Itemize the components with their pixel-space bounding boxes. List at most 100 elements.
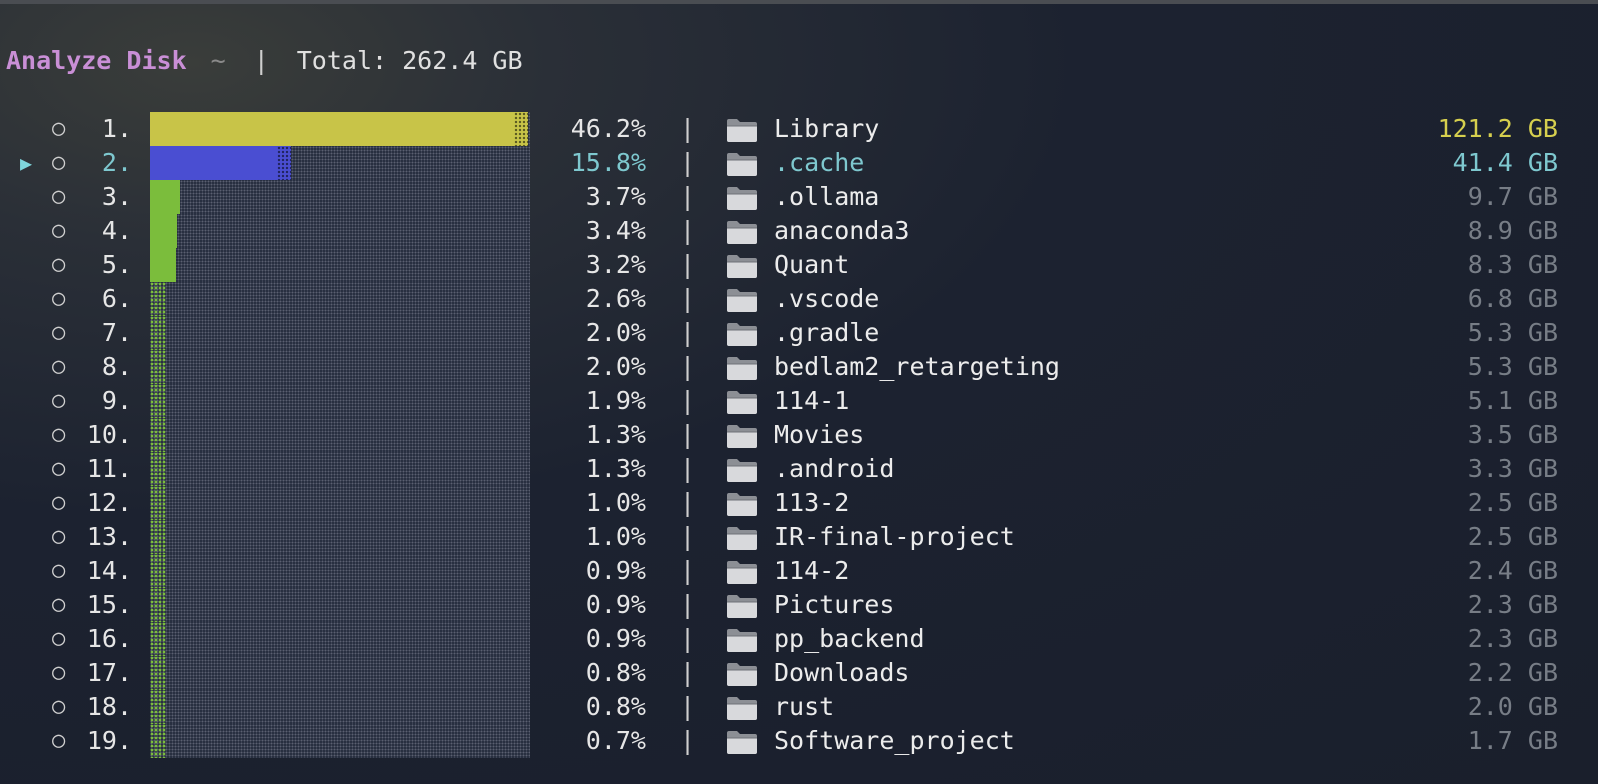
usage-bar — [150, 418, 530, 452]
list-item[interactable]: ○ 8. 2.0% | bedlam2_retargeting 5.3 GB — [0, 350, 1598, 384]
list-item[interactable]: ○ 5. 3.2% | Quant 8.3 GB — [0, 248, 1598, 282]
circle-icon: ○ — [52, 286, 66, 311]
usage-bar-fill — [150, 146, 277, 180]
directory-size: 1.7 GB — [1467, 726, 1558, 755]
usage-bar — [150, 384, 530, 418]
list-item[interactable]: ○ 10. 1.3% | Movies 3.5 GB — [0, 418, 1598, 452]
list-item[interactable]: ○ 16. 0.9% | pp_backend 2.3 GB — [0, 622, 1598, 656]
directory-size: 2.5 GB — [1467, 522, 1558, 551]
row-index: 15. — [86, 590, 132, 619]
directory-name: .ollama — [774, 182, 880, 211]
folder-icon — [726, 151, 758, 177]
directory-name: IR-final-project — [774, 522, 1015, 551]
directory-name: Downloads — [774, 658, 910, 687]
column-separator: | — [680, 114, 696, 143]
list-item[interactable]: ○ 3. 3.7% | .ollama 9.7 GB — [0, 180, 1598, 214]
usage-bar-fill — [150, 520, 166, 554]
directory-size: 6.8 GB — [1467, 284, 1558, 313]
folder-icon — [726, 593, 758, 619]
column-separator: | — [680, 216, 696, 245]
usage-bar-fill — [150, 418, 166, 452]
usage-bar-fill — [150, 690, 166, 724]
list-item[interactable]: ○ 15. 0.9% | Pictures 2.3 GB — [0, 588, 1598, 622]
usage-bar — [150, 588, 530, 622]
directory-name: bedlam2_retargeting — [774, 352, 1060, 381]
directory-name: Movies — [774, 420, 865, 449]
list-item[interactable]: ○ 17. 0.8% | Downloads 2.2 GB — [0, 656, 1598, 690]
folder-icon — [726, 627, 758, 653]
circle-icon: ○ — [52, 388, 66, 413]
usage-bar-fill — [150, 316, 166, 350]
list-item[interactable]: ○ 14. 0.9% | 114-2 2.4 GB — [0, 554, 1598, 588]
usage-bar-fill — [150, 248, 176, 282]
row-index: 10. — [86, 420, 132, 449]
list-item[interactable]: ○ 6. 2.6% | .vscode 6.8 GB — [0, 282, 1598, 316]
usage-percent: 1.0% — [585, 488, 646, 517]
list-item[interactable]: ▶ ○ 2. 15.8% | .cache 41.4 GB — [0, 146, 1598, 180]
usage-bar-tail — [514, 112, 528, 146]
column-separator: | — [680, 726, 696, 755]
row-index: 18. — [86, 692, 132, 721]
window-top-border — [0, 0, 1598, 4]
directory-name: Quant — [774, 250, 850, 279]
row-index: 6. — [101, 284, 132, 313]
row-index: 9. — [101, 386, 132, 415]
folder-icon — [726, 287, 758, 313]
list-item[interactable]: ○ 11. 1.3% | .android 3.3 GB — [0, 452, 1598, 486]
row-index: 1. — [101, 114, 132, 143]
list-item[interactable]: ○ 9. 1.9% | 114-1 5.1 GB — [0, 384, 1598, 418]
list-item[interactable]: ○ 4. 3.4% | anaconda3 8.9 GB — [0, 214, 1598, 248]
folder-icon — [726, 321, 758, 347]
usage-percent: 0.9% — [585, 556, 646, 585]
usage-bar — [150, 112, 530, 146]
list-item[interactable]: ○ 12. 1.0% | 113-2 2.5 GB — [0, 486, 1598, 520]
folder-icon — [726, 185, 758, 211]
usage-bar-fill — [150, 588, 166, 622]
selection-caret-icon: ▶ — [20, 151, 33, 175]
folder-icon — [726, 355, 758, 381]
usage-bar — [150, 350, 530, 384]
list-item[interactable]: ○ 19. 0.7% | Software_project 1.7 GB — [0, 724, 1598, 758]
list-item[interactable]: ○ 18. 0.8% | rust 2.0 GB — [0, 690, 1598, 724]
directory-name: 114-2 — [774, 556, 850, 585]
usage-percent: 1.3% — [585, 420, 646, 449]
circle-icon: ○ — [52, 524, 66, 549]
usage-percent: 2.6% — [585, 284, 646, 313]
list-item[interactable]: ○ 7. 2.0% | .gradle 5.3 GB — [0, 316, 1598, 350]
usage-percent: 15.8% — [570, 148, 646, 177]
directory-size: 121.2 GB — [1437, 114, 1558, 143]
directory-name: 113-2 — [774, 488, 850, 517]
usage-bar-fill — [150, 214, 177, 248]
directory-name: rust — [774, 692, 835, 721]
directory-list: ○ 1. 46.2% | Library 121.2 GB ▶ ○ 2. 15.8% | .cache… — [0, 112, 1598, 758]
usage-percent: 3.2% — [585, 250, 646, 279]
row-index: 16. — [86, 624, 132, 653]
usage-bar-fill — [150, 282, 166, 316]
row-index: 17. — [86, 658, 132, 687]
directory-size: 2.3 GB — [1467, 624, 1558, 653]
column-separator: | — [680, 488, 696, 517]
circle-icon: ○ — [52, 218, 66, 243]
usage-bar-fill — [150, 112, 514, 146]
directory-size: 3.3 GB — [1467, 454, 1558, 483]
directory-name: 114-1 — [774, 386, 850, 415]
list-item[interactable]: ○ 1. 46.2% | Library 121.2 GB — [0, 112, 1598, 146]
folder-icon — [726, 491, 758, 517]
usage-percent: 2.0% — [585, 318, 646, 347]
column-separator: | — [680, 454, 696, 483]
column-separator: | — [680, 284, 696, 313]
usage-bar — [150, 622, 530, 656]
usage-percent: 3.4% — [585, 216, 646, 245]
column-separator: | — [680, 318, 696, 347]
usage-bar — [150, 724, 530, 758]
row-index: 7. — [101, 318, 132, 347]
circle-icon: ○ — [52, 320, 66, 345]
directory-size: 5.1 GB — [1467, 386, 1558, 415]
row-index: 5. — [101, 250, 132, 279]
usage-bar — [150, 554, 530, 588]
circle-icon: ○ — [52, 626, 66, 651]
list-item[interactable]: ○ 13. 1.0% | IR-final-project 2.5 GB — [0, 520, 1598, 554]
column-separator: | — [680, 148, 696, 177]
folder-icon — [726, 695, 758, 721]
usage-bar — [150, 316, 530, 350]
